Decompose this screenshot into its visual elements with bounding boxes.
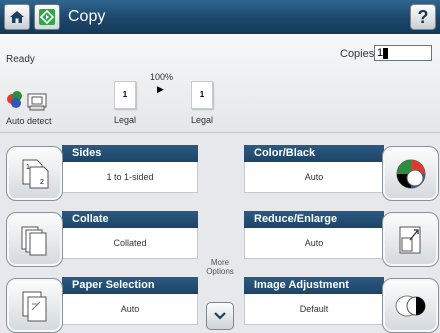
more-options-button[interactable]: [206, 302, 234, 330]
output-paper-label: Legal: [191, 115, 214, 125]
auto-detect-icon: [6, 90, 52, 114]
home-icon: [10, 11, 24, 23]
color-black-icon: [382, 146, 439, 201]
color-black-tile[interactable]: Color/Black Auto: [244, 141, 439, 204]
status-text: Ready: [6, 54, 35, 65]
collate-title: Collate: [62, 211, 198, 228]
reduce-enlarge-tile[interactable]: Reduce/Enlarge Auto: [244, 207, 439, 270]
help-button[interactable]: ?: [410, 4, 436, 30]
svg-text:1: 1: [26, 164, 30, 171]
chevron-down-icon: [214, 312, 226, 320]
home-button[interactable]: [4, 4, 30, 30]
copy-start-button[interactable]: [34, 4, 60, 30]
collate-tile[interactable]: Collate Collated: [6, 207, 200, 270]
reduce-enlarge-title: Reduce/Enlarge: [244, 211, 384, 228]
sides-value: 1 to 1-sided: [62, 162, 198, 193]
image-adjustment-title: Image Adjustment: [244, 277, 384, 294]
image-adjustment-icon: [382, 278, 439, 333]
copies-field[interactable]: 1: [374, 45, 432, 61]
collate-value: Collated: [62, 228, 198, 259]
paper-selection-title: Paper Selection: [62, 277, 198, 294]
sides-title: Sides: [62, 145, 198, 162]
color-black-title: Color/Black: [244, 145, 384, 162]
copy-start-icon: [39, 9, 55, 25]
paper-selection-tile[interactable]: Paper Selection Auto: [6, 273, 200, 333]
image-adjustment-tile[interactable]: Image Adjustment Default: [244, 273, 439, 333]
original-paper-label: Legal: [114, 115, 137, 125]
color-black-value: Auto: [244, 162, 384, 193]
page-title: Copy: [68, 8, 106, 25]
arrow-right-icon: ▶: [157, 84, 164, 94]
paper-selection-value: Auto: [62, 294, 198, 325]
title-bar: [0, 0, 440, 34]
zoom-value: 100%: [150, 72, 174, 82]
svg-text:2: 2: [40, 179, 44, 186]
text-cursor: [383, 47, 389, 59]
auto-detect-label: Auto detect: [6, 116, 52, 126]
paper-selection-icon: [6, 278, 63, 333]
original-page-thumbnail: 1: [114, 81, 136, 109]
image-adjustment-value: Default: [244, 294, 384, 325]
reduce-enlarge-value: Auto: [244, 228, 384, 259]
more-options-label: More Options: [206, 258, 234, 276]
output-page-thumbnail: 1: [191, 81, 213, 109]
help-icon: ?: [417, 6, 429, 27]
sides-tile[interactable]: Sides 1 to 1-sided 1 2: [6, 141, 200, 204]
sides-icon: 1 2: [6, 146, 63, 201]
copies-label: Copies:: [340, 48, 378, 60]
collate-icon: [6, 212, 63, 267]
reduce-enlarge-icon: [382, 212, 439, 267]
